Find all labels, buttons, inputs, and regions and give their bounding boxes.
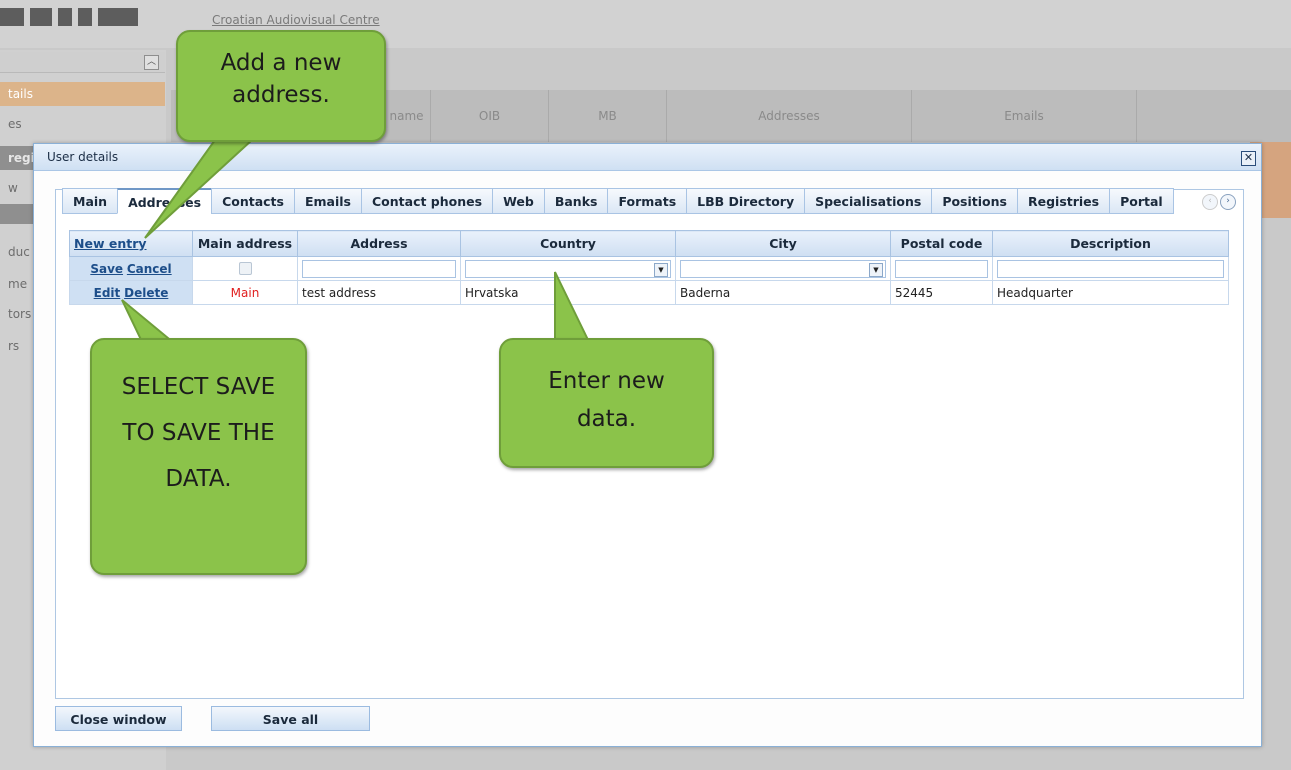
main-address-cell bbox=[192, 256, 298, 281]
dropdown-icon[interactable]: ▼ bbox=[654, 262, 668, 277]
country-value: Hrvatska bbox=[460, 280, 676, 305]
tab-web[interactable]: Web bbox=[492, 188, 544, 214]
callout-save-text: SELECT SAVE TO SAVE THE DATA. bbox=[121, 374, 276, 492]
description-input[interactable] bbox=[997, 259, 1224, 278]
edit-row-commands: Save Cancel bbox=[69, 256, 193, 281]
window-title: User details bbox=[47, 150, 119, 164]
tab-emails[interactable]: Emails bbox=[293, 188, 361, 214]
logo bbox=[0, 8, 150, 26]
callout-add-address: Add a new address. bbox=[176, 30, 386, 142]
callout-enter-data: Enter new data. bbox=[499, 338, 714, 468]
country-cell: ▼ bbox=[460, 256, 676, 281]
tab-lbb-directory[interactable]: LBB Directory bbox=[686, 188, 805, 214]
bg-col-addresses: Addresses bbox=[667, 90, 912, 142]
tab-registries[interactable]: Registries bbox=[1016, 188, 1110, 214]
address-cell bbox=[297, 256, 461, 281]
callout-enter-text: Enter new data. bbox=[548, 368, 665, 432]
callout-add-text: Add a new address. bbox=[220, 50, 342, 108]
tab-banks[interactable]: Banks bbox=[543, 188, 608, 214]
sidebar-item[interactable]: es bbox=[0, 112, 165, 136]
city-cell: ▼ bbox=[675, 256, 891, 281]
address-value: test address bbox=[297, 280, 461, 305]
tab-contacts[interactable]: Contacts bbox=[211, 188, 294, 214]
new-entry-link[interactable]: New entry bbox=[69, 230, 193, 257]
col-description[interactable]: Description bbox=[992, 230, 1229, 257]
tab-scroll: ‹ › bbox=[1202, 194, 1236, 210]
close-window-button[interactable]: Close window bbox=[55, 706, 182, 731]
scroll-right-icon[interactable]: › bbox=[1220, 194, 1236, 210]
col-address[interactable]: Address bbox=[297, 230, 461, 257]
tab-specialisations[interactable]: Specialisations bbox=[804, 188, 932, 214]
country-select[interactable]: ▼ bbox=[465, 259, 671, 278]
tab-main[interactable]: Main bbox=[62, 188, 118, 214]
cancel-link[interactable]: Cancel bbox=[127, 262, 172, 276]
edit-link[interactable]: Edit bbox=[94, 286, 121, 300]
tab-positions[interactable]: Positions bbox=[931, 188, 1017, 214]
tab-portal[interactable]: Portal bbox=[1109, 188, 1174, 214]
city-value: Baderna bbox=[675, 280, 891, 305]
tab-bar: Main Addresses Contacts Emails Contact p… bbox=[62, 188, 1174, 214]
tab-addresses[interactable]: Addresses bbox=[117, 188, 212, 214]
table-row: Edit Delete Main test address Hrvatska B… bbox=[69, 280, 1229, 305]
postal-code-cell bbox=[890, 256, 993, 281]
scroll-left-icon[interactable]: ‹ bbox=[1202, 194, 1218, 210]
sidebar-item-details[interactable]: tails bbox=[0, 82, 165, 106]
main-address-checkbox[interactable] bbox=[238, 262, 252, 275]
delete-link[interactable]: Delete bbox=[124, 286, 168, 300]
grid-header-row: New entry Main address Address Country C… bbox=[69, 230, 1229, 257]
window-titlebar: User details ✕ bbox=[34, 144, 1261, 171]
close-icon[interactable]: ✕ bbox=[1241, 151, 1256, 166]
description-cell bbox=[992, 256, 1229, 281]
col-country[interactable]: Country bbox=[460, 230, 676, 257]
bg-col-emails: Emails bbox=[912, 90, 1137, 142]
save-all-button[interactable]: Save all bbox=[211, 706, 370, 731]
sidebar-header bbox=[0, 52, 165, 73]
collapse-icon[interactable]: ︿ bbox=[144, 55, 159, 70]
row-commands: Edit Delete bbox=[69, 280, 193, 305]
tab-formats[interactable]: Formats bbox=[607, 188, 687, 214]
addresses-grid: New entry Main address Address Country C… bbox=[69, 230, 1229, 305]
col-main-address[interactable]: Main address bbox=[192, 230, 298, 257]
tab-contact-phones[interactable]: Contact phones bbox=[361, 188, 493, 214]
col-city[interactable]: City bbox=[675, 230, 891, 257]
site-link[interactable]: Croatian Audiovisual Centre bbox=[212, 13, 380, 27]
address-input[interactable] bbox=[302, 259, 456, 278]
save-link[interactable]: Save bbox=[90, 262, 123, 276]
city-select[interactable]: ▼ bbox=[680, 259, 886, 278]
edit-row: Save Cancel ▼ ▼ bbox=[69, 256, 1229, 281]
postal-code-input[interactable] bbox=[895, 259, 988, 278]
postal-code-value: 52445 bbox=[890, 280, 993, 305]
dropdown-icon[interactable]: ▼ bbox=[869, 262, 883, 277]
main-address-value: Main bbox=[192, 280, 298, 305]
bg-col-oib: OIB bbox=[431, 90, 549, 142]
col-postal-code[interactable]: Postal code bbox=[890, 230, 993, 257]
description-value: Headquarter bbox=[992, 280, 1229, 305]
bg-col-mb: MB bbox=[549, 90, 667, 142]
callout-save: SELECT SAVE TO SAVE THE DATA. bbox=[90, 338, 307, 575]
